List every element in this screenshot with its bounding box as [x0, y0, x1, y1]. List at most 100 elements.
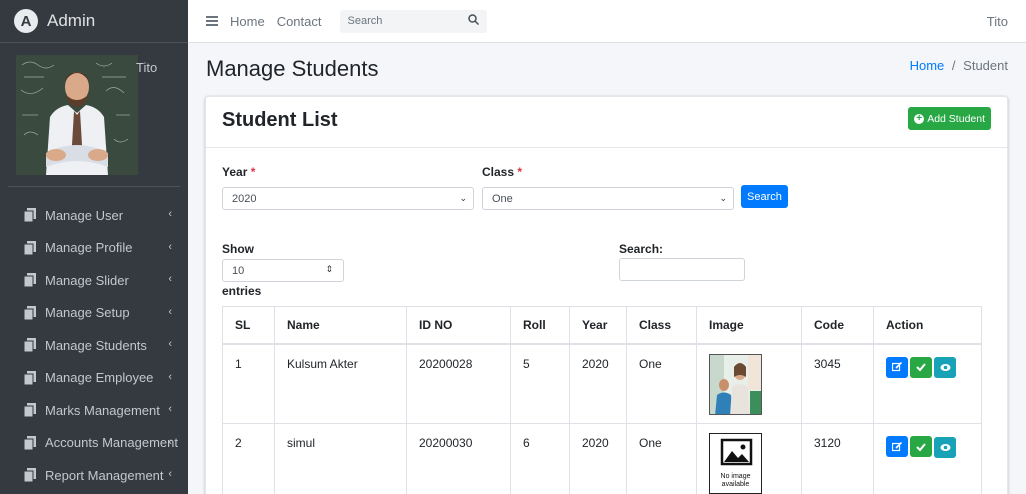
copy-icon — [23, 370, 36, 386]
entries-select[interactable]: 10 ⇕ — [222, 259, 344, 282]
cell-name: simul — [274, 423, 407, 494]
sidebar-nav: Manage User ‹ Manage Profile ‹ Manage Sl… — [0, 199, 188, 492]
sidebar-item-label: Manage Students — [45, 337, 147, 353]
copy-icon — [23, 435, 36, 451]
student-list-card: Student List + Add Student Year * 2020 ⌄… — [205, 96, 1008, 494]
copy-icon — [23, 208, 36, 223]
sidebar-item-manage-students[interactable]: Manage Students ‹ — [0, 329, 188, 362]
approve-button[interactable] — [910, 436, 932, 457]
sidebar-item-report-management[interactable]: Report Management ‹ — [0, 459, 188, 492]
copy-icon — [23, 305, 36, 321]
chevron-left-icon: ‹ — [168, 338, 172, 350]
column-header-sl[interactable]: SL — [222, 306, 275, 345]
class-select[interactable]: One ⌄ — [482, 187, 734, 210]
cell-action — [873, 343, 982, 424]
cell-id-no: 20200030 — [406, 423, 511, 494]
copy-icon — [23, 273, 36, 288]
sidebar: A Admin Tito Manage User ‹ Manage Profil… — [0, 0, 188, 494]
eye-icon — [940, 364, 950, 371]
chevron-left-icon: ‹ — [168, 240, 172, 253]
nav-link-home[interactable]: Home — [230, 14, 265, 29]
table-search-input[interactable] — [619, 258, 745, 281]
search-icon[interactable] — [467, 14, 479, 28]
navbar-user-name[interactable]: Tito — [987, 14, 1008, 29]
students-table: SL Name ID NO Roll Year Class Image Code… — [222, 306, 982, 494]
column-header-roll[interactable]: Roll — [510, 306, 570, 345]
year-select[interactable]: 2020 ⌄ — [222, 187, 474, 210]
copy-icon — [23, 468, 36, 483]
user-avatar[interactable] — [16, 55, 138, 175]
no-image-line-1: No image — [720, 473, 751, 480]
sidebar-item-label: Manage User — [45, 207, 124, 223]
cell-class: One — [626, 423, 697, 494]
add-student-label: Add Student — [927, 112, 985, 125]
student-photo — [709, 353, 762, 415]
sidebar-item-manage-user[interactable]: Manage User ‹ — [0, 199, 188, 232]
column-header-name[interactable]: Name — [274, 306, 407, 345]
sidebar-item-label: Manage Employee — [45, 370, 154, 386]
breadcrumb-current: Student — [963, 58, 1008, 73]
class-select-value: One — [492, 192, 513, 205]
cell-roll: 6 — [510, 423, 570, 494]
table-search-label: Search: — [619, 242, 664, 256]
search-button[interactable]: Search — [741, 185, 788, 208]
cell-image — [696, 343, 802, 424]
table-row: 2 simul 20200030 6 2020 One No image ava… — [222, 423, 982, 494]
sidebar-item-accounts-management[interactable]: Accounts Management ‹ — [0, 427, 188, 460]
table-header-row: SL Name ID NO Roll Year Class Image Code… — [222, 306, 982, 345]
sidebar-item-label: Manage Setup — [45, 305, 130, 321]
column-header-code[interactable]: Code — [801, 306, 874, 345]
no-image-text: No image available — [710, 473, 761, 489]
brand-link[interactable]: A Admin — [0, 0, 188, 43]
cell-roll: 5 — [510, 343, 570, 424]
edit-button[interactable] — [886, 436, 908, 457]
column-header-image[interactable]: Image — [696, 306, 802, 345]
cell-name: Kulsum Akter — [274, 343, 407, 424]
edit-icon — [892, 441, 902, 451]
chevron-left-icon: ‹ — [168, 370, 172, 383]
column-header-action[interactable]: Action — [873, 306, 982, 345]
cell-class: One — [626, 343, 697, 424]
sidebar-item-manage-setup[interactable]: Manage Setup ‹ — [0, 297, 188, 330]
sidebar-item-manage-profile[interactable]: Manage Profile ‹ — [0, 232, 188, 265]
year-select-value: 2020 — [232, 192, 257, 205]
card-header: Student List + Add Student — [206, 97, 1007, 148]
show-label: Show — [222, 242, 254, 256]
year-label-text: Year — [222, 165, 248, 179]
navbar-search-input[interactable]: Search — [339, 9, 487, 33]
check-icon — [916, 363, 926, 372]
nav-link-contact[interactable]: Contact — [277, 14, 322, 29]
edit-icon — [892, 362, 902, 372]
breadcrumb-home-link[interactable]: Home — [910, 58, 945, 73]
breadcrumb-separator: / — [951, 58, 956, 73]
page-title: Manage Students — [206, 56, 379, 81]
brand-logo-icon: A — [14, 9, 38, 33]
class-label: Class * — [482, 165, 522, 179]
chevron-left-icon: ‹ — [168, 208, 172, 220]
column-header-year[interactable]: Year — [569, 306, 627, 345]
search-placeholder: Search — [347, 15, 383, 27]
cell-code: 3045 — [801, 343, 874, 424]
add-student-button[interactable]: + Add Student — [908, 107, 991, 130]
cell-image: No image available — [696, 423, 802, 494]
sidebar-item-label: Report Management — [45, 467, 164, 483]
user-name[interactable]: Tito — [136, 60, 157, 75]
column-header-class[interactable]: Class — [626, 306, 697, 345]
plus-circle-icon: + — [914, 113, 925, 124]
view-button[interactable] — [934, 357, 956, 378]
no-image-line-2: available — [721, 481, 750, 488]
approve-button[interactable] — [910, 356, 932, 378]
sidebar-item-manage-slider[interactable]: Manage Slider ‹ — [0, 264, 188, 297]
view-button[interactable] — [934, 436, 956, 458]
edit-button[interactable] — [886, 356, 908, 378]
breadcrumb: Home / Student — [910, 58, 1008, 73]
cell-id-no: 20200028 — [406, 343, 511, 424]
column-header-id-no[interactable]: ID NO — [406, 306, 511, 345]
chevron-down-icon: ⌄ — [719, 193, 727, 203]
class-label-text: Class — [482, 165, 515, 179]
hamburger-menu-icon[interactable] — [206, 16, 218, 26]
cell-code: 3120 — [801, 423, 874, 494]
sidebar-item-marks-management[interactable]: Marks Management ‹ — [0, 394, 188, 427]
sidebar-item-manage-employee[interactable]: Manage Employee ‹ — [0, 362, 188, 395]
chevron-left-icon: ‹ — [168, 468, 172, 480]
